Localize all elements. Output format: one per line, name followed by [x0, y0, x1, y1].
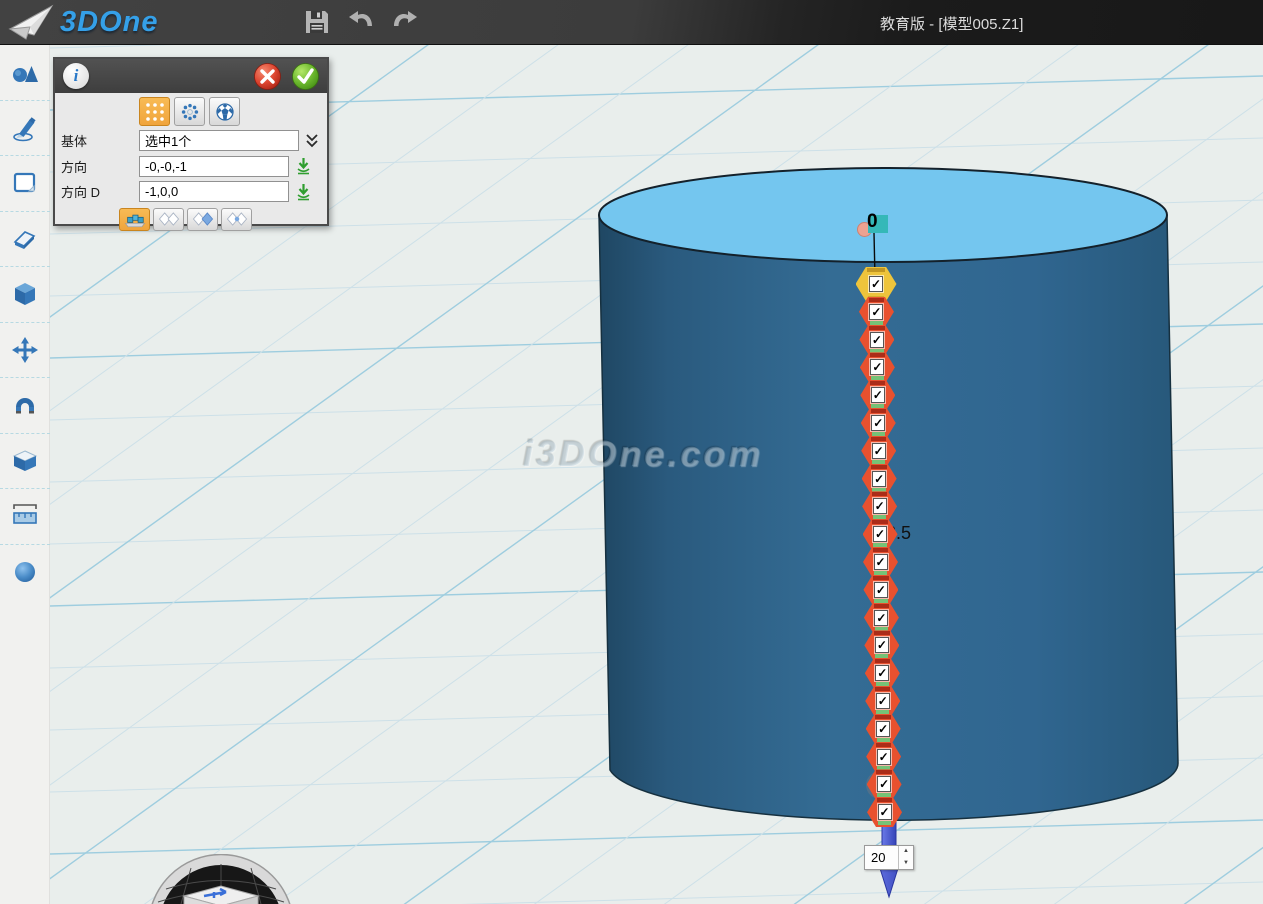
variant-instances-button[interactable]: [119, 208, 150, 231]
undo-icon[interactable]: [346, 7, 376, 37]
direction-input[interactable]: [139, 156, 289, 177]
magnet-icon: [10, 390, 40, 420]
pattern-dialog: i: [53, 57, 329, 226]
instance-checkbox[interactable]: ✓: [876, 721, 890, 737]
sphere-pattern-icon: [213, 100, 237, 124]
variant-diamond-blue-button[interactable]: [187, 208, 218, 231]
paper-plane-icon: [8, 3, 54, 41]
sketch-plane-icon: [10, 168, 40, 198]
instance-checkbox[interactable]: ✓: [873, 526, 887, 542]
tool-sidebar: [0, 45, 50, 904]
cancel-icon[interactable]: [254, 63, 281, 90]
instance-checkbox[interactable]: ✓: [872, 471, 886, 487]
instance-checkbox[interactable]: ✓: [869, 276, 883, 292]
confirm-icon[interactable]: [292, 63, 319, 90]
watermark: i3DOne.com: [523, 433, 763, 475]
sidebar-item-sketch-plane[interactable]: [0, 156, 50, 212]
instance-checkbox[interactable]: ✓: [874, 610, 888, 626]
measure-icon: [10, 501, 40, 531]
sidebar-item-material[interactable]: [0, 545, 50, 601]
expand-chevron-icon[interactable]: [305, 133, 319, 149]
instance-checkbox[interactable]: ✓: [869, 304, 883, 320]
combine-icon: [10, 446, 40, 476]
instance-checkbox[interactable]: ✓: [877, 749, 891, 765]
diamond-dot-icon: [224, 209, 250, 229]
instance-checkbox[interactable]: ✓: [877, 776, 891, 792]
sidebar-item-move[interactable]: [0, 323, 50, 379]
pick-direction-icon[interactable]: [295, 157, 312, 175]
direction-d-input[interactable]: [139, 181, 289, 202]
field-row-direction: 方向: [55, 154, 327, 180]
variant-diamond-pair-button[interactable]: [153, 208, 184, 231]
instance-count-box: ▲ ▼: [864, 845, 914, 870]
eraser-icon: [10, 224, 40, 254]
sidebar-item-measure[interactable]: [0, 489, 50, 545]
field-label-direction: 方向: [61, 157, 139, 176]
instance-checkbox[interactable]: ✓: [874, 582, 888, 598]
sidebar-item-constraint[interactable]: [0, 378, 50, 434]
pattern-variant-buttons: [55, 205, 327, 231]
tab-circular-pattern[interactable]: [174, 97, 205, 126]
circular-pattern-icon: [178, 100, 202, 124]
pick-direction-d-icon[interactable]: [295, 183, 312, 201]
instance-checkbox[interactable]: ✓: [873, 498, 887, 514]
sidebar-item-combine[interactable]: [0, 434, 50, 490]
sketch-pencil-icon: [10, 113, 40, 143]
diamond-pair-icon: [156, 209, 182, 229]
info-icon[interactable]: i: [63, 63, 89, 89]
instance-checkbox[interactable]: ✓: [878, 804, 892, 820]
instance-checkbox[interactable]: ✓: [875, 637, 889, 653]
move-arrows-icon: [10, 335, 40, 365]
field-label-direction-d: 方向 D: [61, 182, 139, 201]
instance-checkbox[interactable]: ✓: [872, 443, 886, 459]
dialog-title-bar[interactable]: i: [55, 59, 327, 93]
base-input[interactable]: [139, 130, 299, 151]
instance-count-input[interactable]: [865, 846, 898, 869]
title-bar: 3DOne 教育版 - [模型005.Z1]: [0, 0, 1263, 45]
instance-checkbox[interactable]: ✓: [874, 554, 888, 570]
instance-checkbox[interactable]: ✓: [876, 693, 890, 709]
sidebar-item-sketch[interactable]: [0, 101, 50, 157]
count-spinner: ▲ ▼: [898, 846, 913, 869]
save-icon[interactable]: [302, 7, 332, 37]
tab-linear-pattern[interactable]: [139, 97, 170, 126]
variant-diamond-dot-button[interactable]: [221, 208, 252, 231]
instances-icon: [122, 209, 148, 229]
origin-label: 0: [867, 211, 878, 233]
app-logo: 3DOne: [0, 3, 200, 41]
window-title: 教育版 - [模型005.Z1]: [880, 13, 1023, 34]
linear-pattern-icon: [144, 101, 166, 123]
primitives-icon: [10, 57, 40, 87]
diamond-blue-icon: [190, 209, 216, 229]
field-row-base: 基体: [55, 128, 327, 154]
instance-checkbox[interactable]: ✓: [871, 387, 885, 403]
sidebar-item-eraser[interactable]: [0, 212, 50, 268]
view-navigation-cube[interactable]: [96, 854, 346, 904]
application-window: 3DOne 教育版 - [模型005.Z1]: [0, 0, 1263, 904]
spinner-down-icon[interactable]: ▼: [899, 858, 913, 870]
sidebar-item-primitives[interactable]: [0, 45, 50, 101]
field-row-direction-d: 方向 D: [55, 179, 327, 205]
sidebar-item-solid[interactable]: [0, 267, 50, 323]
3d-viewport[interactable]: i3DOne.com ✓✓✓✓✓✓✓✓✓✓✓✓✓✓✓✓✓✓✓✓ 0 3.5 ▲ …: [50, 45, 1263, 904]
pattern-type-tabs: [55, 93, 327, 128]
instance-checkbox[interactable]: ✓: [871, 415, 885, 431]
field-label-base: 基体: [61, 131, 139, 150]
cube-icon: [10, 279, 40, 309]
instance-checkbox[interactable]: ✓: [870, 359, 884, 375]
logo-text: 3DOne: [60, 6, 158, 39]
redo-icon[interactable]: [390, 7, 420, 37]
instance-checkbox[interactable]: ✓: [875, 665, 889, 681]
instance-checkbox[interactable]: ✓: [870, 332, 884, 348]
spinner-up-icon[interactable]: ▲: [899, 846, 913, 858]
tab-point-pattern[interactable]: [209, 97, 240, 126]
sphere-icon: [10, 557, 40, 587]
